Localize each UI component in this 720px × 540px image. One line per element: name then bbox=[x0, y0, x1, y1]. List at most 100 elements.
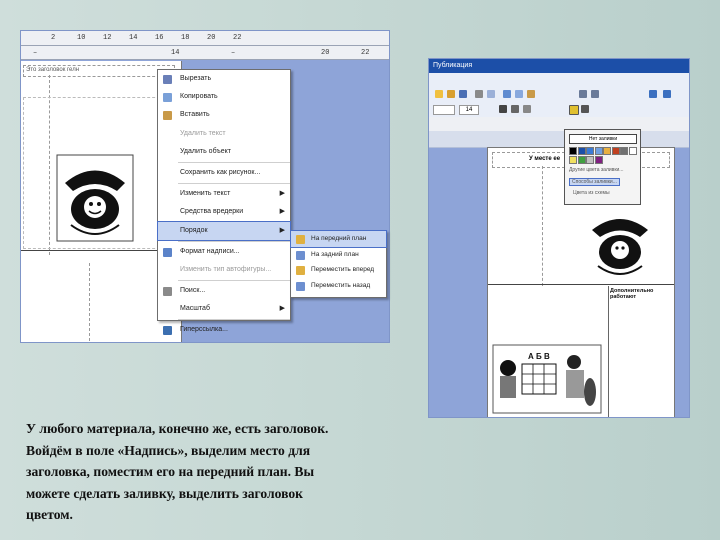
guide-line bbox=[542, 166, 544, 286]
color-swatch[interactable] bbox=[569, 147, 577, 155]
kids-clipart[interactable]: А Б В bbox=[492, 344, 602, 414]
menu-item-delete-text: Удалить текст bbox=[158, 125, 290, 143]
menu-item-copy[interactable]: Копировать bbox=[158, 88, 290, 106]
color-swatch[interactable] bbox=[594, 147, 603, 155]
color-swatch[interactable] bbox=[620, 147, 628, 155]
color-swatch[interactable] bbox=[577, 156, 586, 164]
underline-icon[interactable] bbox=[523, 105, 531, 113]
page-divider bbox=[488, 284, 674, 285]
menu-item-change-text[interactable]: Изменить текст ▶ bbox=[158, 185, 290, 203]
svg-text:А Б В: А Б В bbox=[528, 352, 550, 361]
color-swatch[interactable] bbox=[603, 147, 611, 155]
text-box-label: Это заголовок гелн bbox=[26, 67, 80, 73]
ruler bbox=[429, 117, 689, 132]
submenu-item-bring-to-front[interactable]: На передний план bbox=[290, 230, 387, 248]
submenu-item-send-backward[interactable]: Переместить назад bbox=[291, 278, 386, 294]
menu-item-label: Масштаб bbox=[180, 305, 210, 313]
telephone-clipart[interactable] bbox=[584, 204, 656, 280]
italic-icon[interactable] bbox=[511, 105, 519, 113]
caption-line: цветом. bbox=[26, 507, 73, 522]
menu-item-find[interactable]: Поиск... bbox=[158, 282, 290, 300]
window-title: Публикация bbox=[433, 62, 473, 69]
menu-item-proofing-tools[interactable]: Средства вредерки ▶ bbox=[158, 203, 290, 221]
search-icon bbox=[163, 287, 172, 297]
paste-icon bbox=[163, 111, 172, 121]
secondary-ruler: –14– 20 22 bbox=[21, 46, 389, 60]
no-fill-option[interactable]: Нет заливки bbox=[569, 134, 637, 144]
scheme-colors-option[interactable]: Цвета из схемы bbox=[573, 190, 610, 196]
submenu-arrow-icon: ▶ bbox=[279, 190, 285, 198]
submenu-item-bring-forward[interactable]: Переместить вперед bbox=[291, 262, 386, 278]
menu-item-format-text-box[interactable]: Формат надписи... bbox=[158, 243, 290, 261]
caption-line: заголовка, поместим его на передний план… bbox=[26, 464, 315, 479]
color-swatch[interactable] bbox=[586, 156, 594, 164]
open-icon[interactable] bbox=[447, 90, 455, 98]
bring-forward-icon bbox=[296, 266, 305, 275]
menu-item-cut[interactable]: Вырезать bbox=[158, 70, 290, 88]
fill-effects-option[interactable]: Способы заливки... bbox=[569, 178, 620, 186]
menu-item-label: Сохранить как рисунок... bbox=[180, 168, 261, 176]
fill-color-icon[interactable] bbox=[569, 105, 579, 115]
color-swatch[interactable] bbox=[569, 156, 577, 164]
caption-line: можете сделать заливку, выделить заголов… bbox=[26, 485, 303, 501]
menu-item-label: Удалить объект bbox=[180, 147, 231, 155]
context-menu: Вырезать Копировать Вставить Удалить тек… bbox=[157, 69, 291, 336]
paste-icon[interactable] bbox=[527, 90, 535, 98]
color-swatch[interactable] bbox=[628, 147, 637, 155]
new-icon[interactable] bbox=[435, 90, 443, 98]
menu-item-label: Удалить текст bbox=[180, 129, 226, 137]
hyperlink-icon bbox=[163, 326, 172, 336]
submenu-item-label: На задний план bbox=[311, 250, 359, 258]
bring-to-front-icon bbox=[296, 235, 305, 244]
menu-item-label: Копировать bbox=[180, 93, 218, 101]
ruler-strip bbox=[429, 131, 689, 148]
menu-item-save-as-picture[interactable]: Сохранить как рисунок... bbox=[158, 164, 290, 182]
scissors-icon bbox=[163, 75, 172, 84]
right-screenshot: Публикация 14 У месте ее Дополнительно р… bbox=[428, 58, 690, 418]
print-icon[interactable] bbox=[475, 90, 483, 98]
bold-icon[interactable] bbox=[499, 105, 507, 113]
copy-icon[interactable] bbox=[515, 90, 523, 98]
menu-item-delete-object[interactable]: Удалить объект bbox=[158, 143, 290, 161]
fill-dropdown-icon[interactable] bbox=[581, 105, 589, 113]
copy-icon bbox=[163, 93, 172, 103]
color-swatch[interactable] bbox=[577, 147, 586, 155]
send-to-back-icon bbox=[296, 250, 305, 260]
menu-item-zoom[interactable]: Масштаб ▶ bbox=[158, 300, 290, 318]
save-icon[interactable] bbox=[459, 90, 467, 98]
undo-icon[interactable] bbox=[579, 90, 587, 98]
submenu-item-label: Переместить назад bbox=[311, 281, 371, 289]
font-size-select[interactable]: 14 bbox=[459, 105, 479, 115]
cut-icon[interactable] bbox=[503, 90, 511, 98]
submenu-item-send-to-back[interactable]: На задний план bbox=[291, 247, 386, 263]
redo-icon[interactable] bbox=[591, 90, 599, 98]
help-icon[interactable] bbox=[649, 90, 657, 98]
color-swatch[interactable] bbox=[594, 156, 603, 164]
submenu-arrow-icon: ▶ bbox=[279, 305, 285, 313]
font-name-select[interactable] bbox=[433, 105, 455, 115]
caption-text: У любого материала, конечно же, есть заг… bbox=[26, 418, 446, 526]
color-swatch[interactable] bbox=[586, 147, 594, 155]
color-swatch[interactable] bbox=[611, 147, 620, 155]
format-icon bbox=[163, 247, 172, 257]
caption-line: Войдём в поле «Надпись», выделим место д… bbox=[26, 442, 311, 458]
submenu-item-label: На передний план bbox=[311, 235, 367, 242]
window-title-bar: Публикация bbox=[429, 59, 689, 73]
caption-line: У любого материала, конечно же, есть заг… bbox=[26, 421, 329, 436]
menu-bar bbox=[429, 73, 689, 88]
menu-item-hyperlink[interactable]: Гиперссылка... bbox=[158, 321, 290, 339]
submenu-item-label: Переместить вперед bbox=[311, 266, 375, 273]
menu-item-label: Поиск... bbox=[180, 287, 206, 295]
telephone-clipart[interactable] bbox=[55, 153, 135, 243]
zoom-icon[interactable] bbox=[663, 90, 671, 98]
more-colors-option[interactable]: Другие цвета заливки... bbox=[569, 167, 623, 173]
menu-separator bbox=[178, 183, 290, 185]
menu-item-label: Формат надписи... bbox=[180, 247, 240, 255]
column-divider bbox=[608, 286, 609, 417]
menu-item-order[interactable]: Порядок ▶ bbox=[157, 220, 291, 241]
order-submenu: На передний план На задний план Перемест… bbox=[290, 230, 387, 298]
text-box-frame[interactable]: Это заголовок гелн bbox=[23, 65, 175, 77]
menu-item-label: Изменить текст bbox=[180, 190, 231, 198]
menu-item-paste[interactable]: Вставить bbox=[158, 106, 290, 124]
preview-icon[interactable] bbox=[487, 90, 495, 98]
